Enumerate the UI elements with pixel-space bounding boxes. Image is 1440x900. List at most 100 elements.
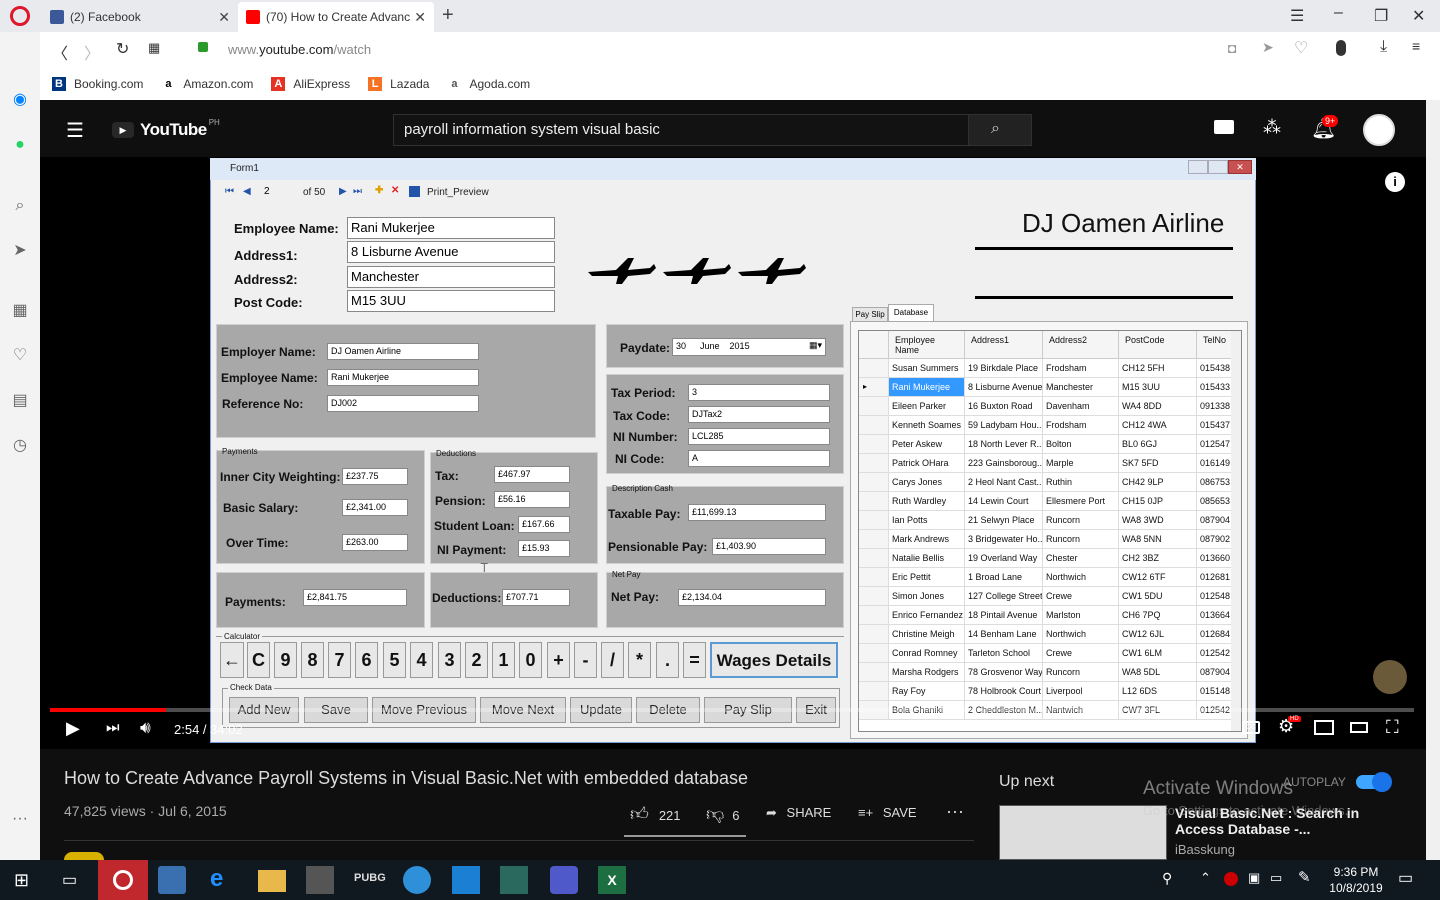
windows-start-icon[interactable]: ⊞ bbox=[14, 870, 29, 891]
grid-row[interactable]: Enrico Fernandez 18 Pintail Avenue Marlsto… bbox=[859, 606, 1241, 625]
form-close-icon[interactable]: ✕ bbox=[1228, 160, 1252, 174]
row-header[interactable] bbox=[859, 473, 889, 492]
calendar-icon[interactable]: ▦▾ bbox=[809, 340, 822, 351]
grid-cell[interactable]: Northwich bbox=[1043, 568, 1119, 587]
row-header[interactable] bbox=[859, 511, 889, 530]
address2-field[interactable]: Manchester bbox=[347, 266, 555, 288]
ni-code-field[interactable]: A bbox=[688, 450, 830, 467]
bookmark-amazon[interactable]: a Amazon.com bbox=[161, 77, 253, 91]
address1-field[interactable]: 8 Lisburne Avenue bbox=[347, 241, 555, 263]
grid-row[interactable]: Eric Pettit 1 Broad Lane Northwich CW12 6TF… bbox=[859, 568, 1241, 587]
delete-icon[interactable]: ✕ bbox=[391, 185, 399, 196]
taxable-pay-field[interactable]: £11,699.13 bbox=[688, 504, 826, 521]
excel-icon[interactable]: X bbox=[598, 866, 626, 894]
grid-cell[interactable]: Runcorn bbox=[1043, 663, 1119, 682]
tax-code-field[interactable]: DJTax2 bbox=[688, 406, 830, 423]
grid-cell[interactable]: 8 Lisburne Avenue bbox=[965, 378, 1043, 397]
grid-row[interactable]: Kenneth Soames 59 Ladybam Hou... Frodsham C… bbox=[859, 416, 1241, 435]
theater-mode-icon[interactable] bbox=[1350, 722, 1368, 733]
share-button[interactable]: ➦ SHARE bbox=[766, 805, 831, 821]
grid-cell[interactable]: 1 Broad Lane bbox=[965, 568, 1043, 587]
grid-row[interactable]: Natalie Bellis 19 Overland Way Chester CH2 … bbox=[859, 549, 1241, 568]
edge-icon[interactable]: e bbox=[210, 865, 223, 893]
messenger-icon[interactable]: ◉ bbox=[10, 90, 30, 110]
calc-key[interactable]: 5 bbox=[383, 642, 406, 678]
calc-key[interactable]: * bbox=[628, 642, 651, 678]
student-loan-field[interactable]: £167.66 bbox=[518, 516, 570, 533]
easy-setup-icon[interactable]: ≡ bbox=[1412, 38, 1420, 54]
grid-cell[interactable]: Runcorn bbox=[1043, 511, 1119, 530]
youtube-logo[interactable]: ▶ YouTube PH bbox=[112, 118, 220, 140]
grid-cell[interactable]: 223 Gainsboroug... bbox=[965, 454, 1043, 473]
grid-cell[interactable]: CH12 4WA bbox=[1119, 416, 1197, 435]
paydate-picker[interactable]: 30 June 2015 ▦▾ bbox=[672, 338, 826, 356]
visual-studio-icon[interactable] bbox=[500, 866, 528, 894]
calc-key[interactable]: - bbox=[574, 642, 597, 678]
calc-key[interactable]: = bbox=[683, 642, 706, 678]
payments-total-field[interactable]: £2,841.75 bbox=[303, 589, 407, 606]
pensionable-pay-field[interactable]: £1,403.90 bbox=[712, 538, 826, 555]
grid-cell[interactable]: Carys Jones bbox=[889, 473, 965, 492]
whatsapp-icon[interactable]: ● bbox=[10, 135, 30, 155]
minimize-icon[interactable]: – bbox=[1334, 4, 1343, 22]
grid-cell[interactable]: 78 Holbrook Court bbox=[965, 682, 1043, 701]
grid-cell[interactable]: Peter Askew bbox=[889, 435, 965, 454]
pen-icon[interactable]: ✎ bbox=[1298, 868, 1311, 886]
hamburger-menu-icon[interactable]: ☰ bbox=[66, 118, 84, 143]
bookmark-agoda[interactable]: a Agoda.com bbox=[447, 77, 530, 91]
grid-cell[interactable]: 19 Overland Way bbox=[965, 549, 1043, 568]
heart-icon[interactable]: ♡ bbox=[1294, 38, 1308, 58]
grid-cell[interactable]: CW12 6JL bbox=[1119, 625, 1197, 644]
grid-cell[interactable]: CW1 5DU bbox=[1119, 587, 1197, 606]
grid-cell[interactable]: 18 North Lever R... bbox=[965, 435, 1043, 454]
store-icon[interactable] bbox=[452, 866, 480, 894]
move-next-icon[interactable]: ▶ bbox=[339, 186, 347, 197]
grid-cell[interactable]: M15 3UU bbox=[1119, 378, 1197, 397]
move-first-icon[interactable]: ⏮ bbox=[225, 186, 234, 197]
play-icon[interactable]: ▶ bbox=[66, 718, 80, 739]
notification-center-icon[interactable]: ▭ bbox=[1398, 868, 1413, 888]
tray-shield-icon[interactable]: ▣ bbox=[1248, 870, 1260, 886]
calc-key[interactable]: 3 bbox=[438, 642, 461, 678]
add-icon[interactable]: ✚ bbox=[375, 185, 383, 196]
next-video-channel[interactable]: iBasskung bbox=[1175, 842, 1235, 857]
form-maximize-icon[interactable] bbox=[1208, 160, 1228, 174]
grid-cell[interactable]: Susan Summers bbox=[889, 359, 965, 378]
wages-details-button[interactable]: Wages Details bbox=[710, 642, 838, 678]
grid-cell[interactable]: 78 Grosvenor Way bbox=[965, 663, 1043, 682]
calc-key[interactable]: ← bbox=[220, 642, 244, 678]
grid-cell[interactable]: Conrad Romney bbox=[889, 644, 965, 663]
like-button[interactable]: 👍︎ 221 bbox=[630, 803, 681, 825]
teams-icon[interactable] bbox=[550, 866, 578, 894]
news-icon[interactable]: ▤ bbox=[10, 391, 30, 411]
tax-field[interactable]: £467.97 bbox=[494, 466, 570, 483]
grid-header[interactable]: PostCode bbox=[1119, 331, 1197, 359]
row-header[interactable] bbox=[859, 397, 889, 416]
row-header[interactable] bbox=[859, 606, 889, 625]
grid-cell[interactable]: L12 6DS bbox=[1119, 682, 1197, 701]
grid-cell[interactable]: Tarleton School bbox=[965, 644, 1043, 663]
more-icon[interactable]: ··· bbox=[10, 809, 30, 829]
progress-bar[interactable] bbox=[50, 708, 1414, 712]
grid-cell[interactable]: Frodsham bbox=[1043, 359, 1119, 378]
grid-cell[interactable]: Ray Foy bbox=[889, 682, 965, 701]
speed-dial-icon[interactable]: ▦ bbox=[10, 301, 30, 321]
grid-cell[interactable]: Natalie Bellis bbox=[889, 549, 965, 568]
move-prev-icon[interactable]: ◀ bbox=[243, 186, 251, 197]
grid-row[interactable]: Simon Jones 127 College Street Crewe CW1 5D… bbox=[859, 587, 1241, 606]
grid-cell[interactable]: 19 Birkdale Place bbox=[965, 359, 1043, 378]
grid-cell[interactable]: CH12 5FH bbox=[1119, 359, 1197, 378]
grid-cell[interactable]: SK7 5FD bbox=[1119, 454, 1197, 473]
tab-menu-icon[interactable]: ☰ bbox=[1290, 6, 1304, 26]
volume-icon[interactable]: 🔊︎ bbox=[140, 718, 151, 738]
grid-row[interactable]: Conrad Romney Tarleton School Crewe CW1 6LM… bbox=[859, 644, 1241, 663]
computer-icon[interactable] bbox=[158, 866, 186, 894]
heart-icon[interactable]: ♡ bbox=[10, 346, 30, 366]
grid-cell[interactable]: Christine Meigh bbox=[889, 625, 965, 644]
row-header[interactable] bbox=[859, 492, 889, 511]
reference-field[interactable]: DJ002 bbox=[327, 395, 479, 412]
row-header[interactable] bbox=[859, 435, 889, 454]
grid-cell[interactable]: Davenham bbox=[1043, 397, 1119, 416]
send-icon[interactable]: ➤ bbox=[1262, 39, 1274, 56]
close-window-icon[interactable]: ✕ bbox=[1412, 6, 1425, 26]
